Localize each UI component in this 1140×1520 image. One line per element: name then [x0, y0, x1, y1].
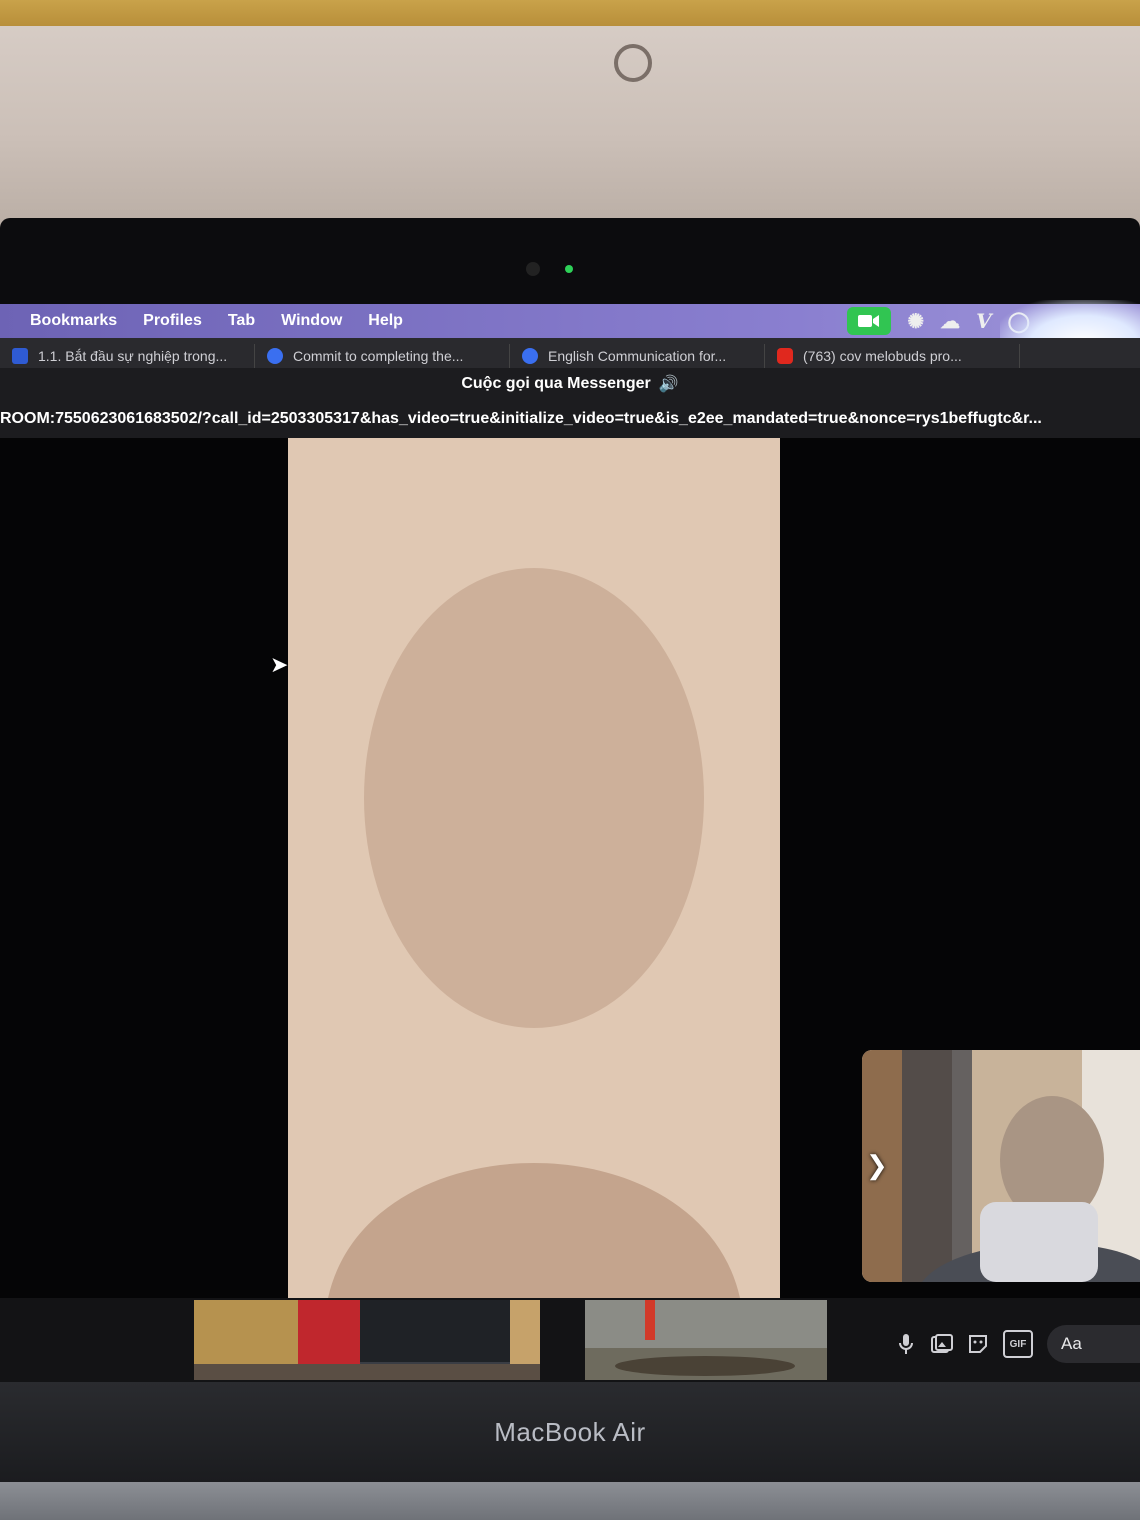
menu-item-profiles[interactable]: Profiles: [143, 312, 202, 330]
tab-bar: 1.1. Bắt đầu sự nghiệp trong... Commit t…: [0, 338, 1140, 368]
wall-trim: [0, 0, 1140, 26]
tab-label: (763) cov melobuds pro...: [803, 348, 962, 364]
menu-item-bookmarks[interactable]: Bookmarks: [30, 312, 117, 330]
url-text: ROOM:7550623061683502/?call_id=250330531…: [0, 410, 1042, 427]
image-icon[interactable]: [931, 1333, 953, 1355]
photo-placeholder: [585, 1300, 827, 1380]
tab-4[interactable]: (763) cov melobuds pro...: [765, 344, 1020, 368]
self-view-video[interactable]: [862, 1050, 1140, 1282]
tab-label: Commit to completing the...: [293, 348, 464, 364]
favicon-icon: [12, 348, 28, 364]
laptop-bezel: [0, 218, 1140, 310]
window-titlebar: Cuộc gọi qua Messenger 🔊: [0, 368, 1140, 400]
menu-item-window[interactable]: Window: [281, 312, 342, 330]
remote-video-placeholder: [288, 438, 780, 1298]
tab-3[interactable]: English Communication for...: [510, 344, 765, 368]
favicon-icon: [777, 348, 793, 364]
window-title: Cuộc gọi qua Messenger: [461, 375, 651, 392]
tab-1[interactable]: 1.1. Bắt đầu sự nghiệp trong...: [0, 344, 255, 368]
v-icon[interactable]: V: [976, 309, 992, 333]
microphone-icon[interactable]: [895, 1333, 917, 1355]
video-camera-icon[interactable]: [847, 307, 892, 335]
photo-placeholder: [194, 1300, 540, 1380]
chevron-right-icon[interactable]: ❯: [866, 1150, 888, 1181]
mouse-cursor-icon: ➤: [270, 652, 289, 677]
wall-background: [0, 0, 1140, 232]
remote-participant-video[interactable]: [288, 438, 780, 1298]
gif-icon[interactable]: GIF: [1003, 1330, 1033, 1358]
message-composer: GIF Aa: [895, 1325, 1140, 1363]
tab-label: English Communication for...: [548, 348, 727, 364]
message-input[interactable]: Aa: [1047, 1325, 1140, 1363]
speaker-icon: 🔊: [658, 376, 679, 393]
shared-photo-2[interactable]: [585, 1300, 827, 1380]
wall-hook: [614, 44, 652, 82]
webcam: [526, 262, 540, 276]
menu-item-help[interactable]: Help: [368, 312, 403, 330]
sticker-icon[interactable]: [967, 1333, 989, 1355]
device-label: MacBook Air: [494, 1416, 646, 1447]
favicon-icon: [522, 348, 538, 364]
laptop-base: [0, 1482, 1140, 1520]
menu-bar: Bookmarks Profiles Tab Window Help ✺ ☁ V…: [0, 304, 1140, 338]
favicon-icon: [267, 348, 283, 364]
laptop-chin: MacBook Air: [0, 1382, 1140, 1482]
shared-photo-1[interactable]: [194, 1300, 540, 1380]
tab-label: 1.1. Bắt đầu sự nghiệp trong...: [38, 348, 228, 364]
cloud-icon[interactable]: ☁: [940, 309, 960, 334]
url-bar[interactable]: ROOM:7550623061683502/?call_id=250330531…: [0, 400, 1140, 438]
openai-icon[interactable]: ✺: [907, 309, 924, 334]
menu-item-tab[interactable]: Tab: [228, 312, 255, 330]
webcam-indicator-light: [565, 265, 573, 273]
self-video-placeholder: [862, 1050, 1140, 1282]
tab-2[interactable]: Commit to completing the...: [255, 344, 510, 368]
